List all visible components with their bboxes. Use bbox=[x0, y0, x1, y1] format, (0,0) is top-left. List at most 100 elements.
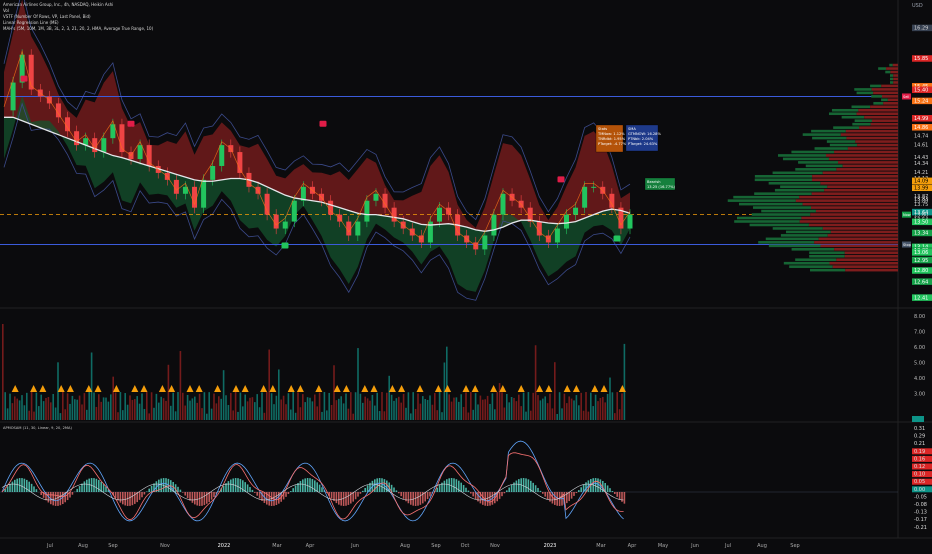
volume-bar bbox=[592, 406, 594, 420]
volume-bar bbox=[252, 397, 254, 420]
volume-bar bbox=[460, 394, 462, 420]
volume-profile-bar bbox=[833, 126, 859, 129]
volume-bar bbox=[280, 399, 282, 420]
volume-bar bbox=[72, 396, 74, 420]
volume-bar bbox=[494, 409, 496, 420]
volume-profile-bar bbox=[829, 112, 857, 115]
osc-histogram-bar bbox=[165, 478, 167, 492]
volume-bar bbox=[429, 395, 431, 420]
volume-bar bbox=[338, 399, 340, 420]
level-tag-now: Now bbox=[903, 213, 911, 217]
osc-histogram-bar bbox=[535, 485, 537, 492]
osc-histogram-bar bbox=[573, 492, 575, 496]
osc-histogram-bar bbox=[456, 479, 458, 492]
osc-histogram-bar bbox=[336, 492, 338, 503]
volume-bar bbox=[405, 408, 407, 420]
osc-histogram-bar bbox=[621, 492, 623, 502]
volume-bar bbox=[60, 413, 62, 420]
osc-histogram-bar bbox=[295, 485, 297, 492]
volume-bar bbox=[52, 394, 54, 420]
osc-histogram-bar bbox=[285, 492, 287, 497]
osc-histogram-bar bbox=[472, 492, 474, 496]
osc-histogram-bar bbox=[465, 488, 467, 492]
volume-bar bbox=[511, 397, 513, 420]
stats-box-text: TMNow: 1.12% bbox=[597, 132, 625, 136]
osc-histogram-bar bbox=[160, 479, 162, 492]
volume-bar bbox=[199, 394, 201, 420]
x-axis-tick-label: Sep bbox=[431, 543, 440, 549]
volume-bar bbox=[556, 414, 558, 420]
osc-histogram-bar bbox=[139, 492, 141, 500]
volume-bar bbox=[266, 392, 268, 420]
x-axis-tick-label: Mar bbox=[272, 543, 282, 549]
osc-histogram-bar bbox=[40, 492, 42, 495]
osc-axis-label: -0.05 bbox=[914, 494, 927, 500]
osc-histogram-bar bbox=[614, 492, 616, 494]
volume-bar bbox=[300, 407, 302, 420]
volume-bar bbox=[451, 402, 453, 420]
osc-histogram-bar bbox=[9, 484, 11, 492]
osc-histogram-bar bbox=[338, 492, 340, 505]
osc-histogram-bar bbox=[345, 492, 347, 506]
volume-bar bbox=[278, 369, 280, 420]
volume-bar bbox=[564, 394, 566, 420]
osc-histogram-bar bbox=[410, 492, 412, 505]
candle-body bbox=[573, 208, 578, 215]
volume-bar bbox=[355, 392, 357, 420]
volume-bar bbox=[276, 396, 278, 420]
osc-histogram-bar bbox=[417, 492, 419, 506]
osc-histogram-bar bbox=[568, 492, 570, 501]
volume-bar bbox=[417, 393, 419, 420]
osc-histogram-bar bbox=[585, 482, 587, 492]
volume-bar bbox=[141, 393, 143, 420]
volume-bar bbox=[420, 404, 422, 420]
volume-profile-bar bbox=[836, 168, 898, 171]
volume-profile-bar bbox=[841, 133, 898, 136]
volume-bar bbox=[408, 392, 410, 420]
chart-svg[interactable]: StatsTMNow: 1.12%TNRdbt: 1.95%PTarget: -… bbox=[0, 0, 932, 550]
volume-profile-bar bbox=[799, 196, 898, 199]
osc-histogram-bar bbox=[124, 492, 126, 505]
osc-histogram-bar bbox=[33, 486, 35, 492]
osc-histogram-bar bbox=[518, 479, 520, 492]
volume-bar bbox=[235, 392, 237, 420]
osc-histogram-bar bbox=[501, 492, 503, 496]
volume-bar bbox=[612, 392, 614, 420]
volume-profile-bar bbox=[843, 165, 898, 168]
volume-profile-bar bbox=[769, 182, 821, 185]
volume-bar bbox=[31, 392, 33, 420]
volume-profile-bar bbox=[888, 99, 898, 102]
volume-bar bbox=[448, 394, 450, 420]
volume-bar bbox=[410, 413, 412, 420]
volume-bar bbox=[376, 393, 378, 420]
volume-profile-bar bbox=[784, 262, 830, 265]
osc-histogram-bar bbox=[609, 488, 611, 492]
volume-profile-bar bbox=[871, 123, 898, 126]
volume-bar bbox=[194, 397, 196, 420]
volume-bar bbox=[218, 396, 220, 420]
osc-histogram-bar bbox=[427, 492, 429, 499]
osc-histogram-bar bbox=[508, 487, 510, 492]
sma-box-text: GTMNOW: 16.28% bbox=[628, 132, 661, 136]
volume-profile-bar bbox=[848, 147, 898, 150]
volume-bar bbox=[88, 392, 90, 420]
volume-axis-label: 6.00 bbox=[914, 345, 925, 351]
osc-histogram-bar bbox=[148, 489, 150, 492]
osc-histogram-bar bbox=[489, 492, 491, 506]
volume-profile-bar bbox=[814, 241, 898, 244]
volume-bar bbox=[120, 392, 122, 420]
volume-bar bbox=[230, 393, 232, 420]
volume-bar bbox=[422, 396, 424, 420]
osc-histogram-bar bbox=[300, 481, 302, 492]
buy-signal-marker bbox=[614, 235, 621, 241]
volume-bar bbox=[136, 396, 138, 420]
candle-body bbox=[92, 138, 97, 152]
candle-body bbox=[65, 117, 70, 131]
volume-bar bbox=[602, 397, 604, 420]
osc-histogram-bar bbox=[86, 480, 88, 492]
volume-profile-bar bbox=[809, 255, 845, 258]
volume-bar bbox=[523, 393, 525, 420]
osc-histogram-bar bbox=[624, 492, 626, 504]
osc-histogram-bar bbox=[182, 492, 184, 493]
osc-histogram-bar bbox=[616, 492, 618, 497]
